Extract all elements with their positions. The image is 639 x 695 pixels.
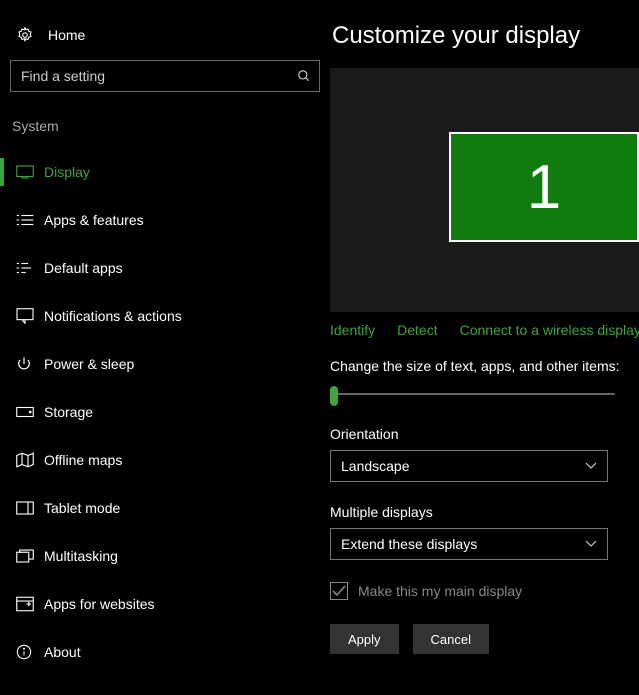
nav-item-about[interactable]: About [0,628,330,676]
nav-label: Multitasking [44,548,118,564]
nav-item-storage[interactable]: Storage [0,388,330,436]
nav-item-power-sleep[interactable]: Power & sleep [0,340,330,388]
settings-sidebar: Home System Display Apps & features [0,0,330,695]
nav-label: About [44,644,81,660]
main-display-checkbox-row: Make this my main display [330,582,639,600]
apply-button[interactable]: Apply [330,624,399,654]
chevron-down-icon [585,462,597,470]
display-preview[interactable]: 1 [330,68,639,312]
nav-list: Display Apps & features Default apps Not… [0,148,330,676]
multitasking-icon [16,549,44,563]
nav-item-display[interactable]: Display [0,148,330,196]
main-display-checkbox [330,582,348,600]
orientation-dropdown[interactable]: Landscape [330,450,608,482]
list-icon [16,213,44,227]
nav-item-tablet-mode[interactable]: Tablet mode [0,484,330,532]
slider-thumb[interactable] [330,386,338,406]
page-title: Customize your display [330,22,639,50]
display-links: Identify Detect Connect to a wireless di… [330,322,639,338]
detect-link[interactable]: Detect [397,322,437,338]
map-icon [16,452,44,468]
wireless-display-link[interactable]: Connect to a wireless display [460,322,639,338]
scale-label: Change the size of text, apps, and other… [330,358,639,374]
nav-item-multitasking[interactable]: Multitasking [0,532,330,580]
notification-icon [16,308,44,324]
orientation-value: Landscape [341,458,410,474]
nav-label: Apps & features [44,212,144,228]
nav-item-default-apps[interactable]: Default apps [0,244,330,292]
nav-label: Offline maps [44,452,122,468]
action-buttons: Apply Cancel [330,624,639,654]
nav-label: Tablet mode [44,500,120,516]
monitor-number: 1 [527,152,561,223]
search-icon [297,69,311,83]
storage-icon [16,406,44,418]
search-input[interactable] [21,68,297,84]
cancel-button[interactable]: Cancel [413,624,489,654]
nav-label: Storage [44,404,93,420]
identify-link[interactable]: Identify [330,322,375,338]
chevron-down-icon [585,540,597,548]
nav-item-notifications[interactable]: Notifications & actions [0,292,330,340]
tablet-icon [16,501,44,515]
search-box[interactable] [10,60,320,92]
nav-label: Default apps [44,260,123,276]
multiple-displays-label: Multiple displays [330,504,639,520]
nav-item-apps-features[interactable]: Apps & features [0,196,330,244]
info-icon [16,644,44,660]
monitor-1[interactable]: 1 [449,132,639,242]
nav-label: Notifications & actions [44,308,182,324]
nav-label: Apps for websites [44,596,155,612]
scale-slider[interactable] [330,384,615,404]
home-label: Home [48,27,85,43]
nav-label: Display [44,164,90,180]
defaults-icon [16,261,44,275]
slider-track [330,393,615,395]
main-content: Customize your display 1 Identify Detect… [330,0,639,695]
home-button[interactable]: Home [0,18,330,60]
nav-item-offline-maps[interactable]: Offline maps [0,436,330,484]
multiple-displays-value: Extend these displays [341,536,477,552]
orientation-label: Orientation [330,426,639,442]
display-icon [16,165,44,179]
apps-websites-icon [16,596,44,612]
gear-icon [16,26,42,44]
multiple-displays-dropdown[interactable]: Extend these displays [330,528,608,560]
nav-item-apps-websites[interactable]: Apps for websites [0,580,330,628]
nav-label: Power & sleep [44,356,134,372]
main-display-label: Make this my main display [358,583,522,599]
power-icon [16,356,44,372]
section-title: System [0,110,330,148]
